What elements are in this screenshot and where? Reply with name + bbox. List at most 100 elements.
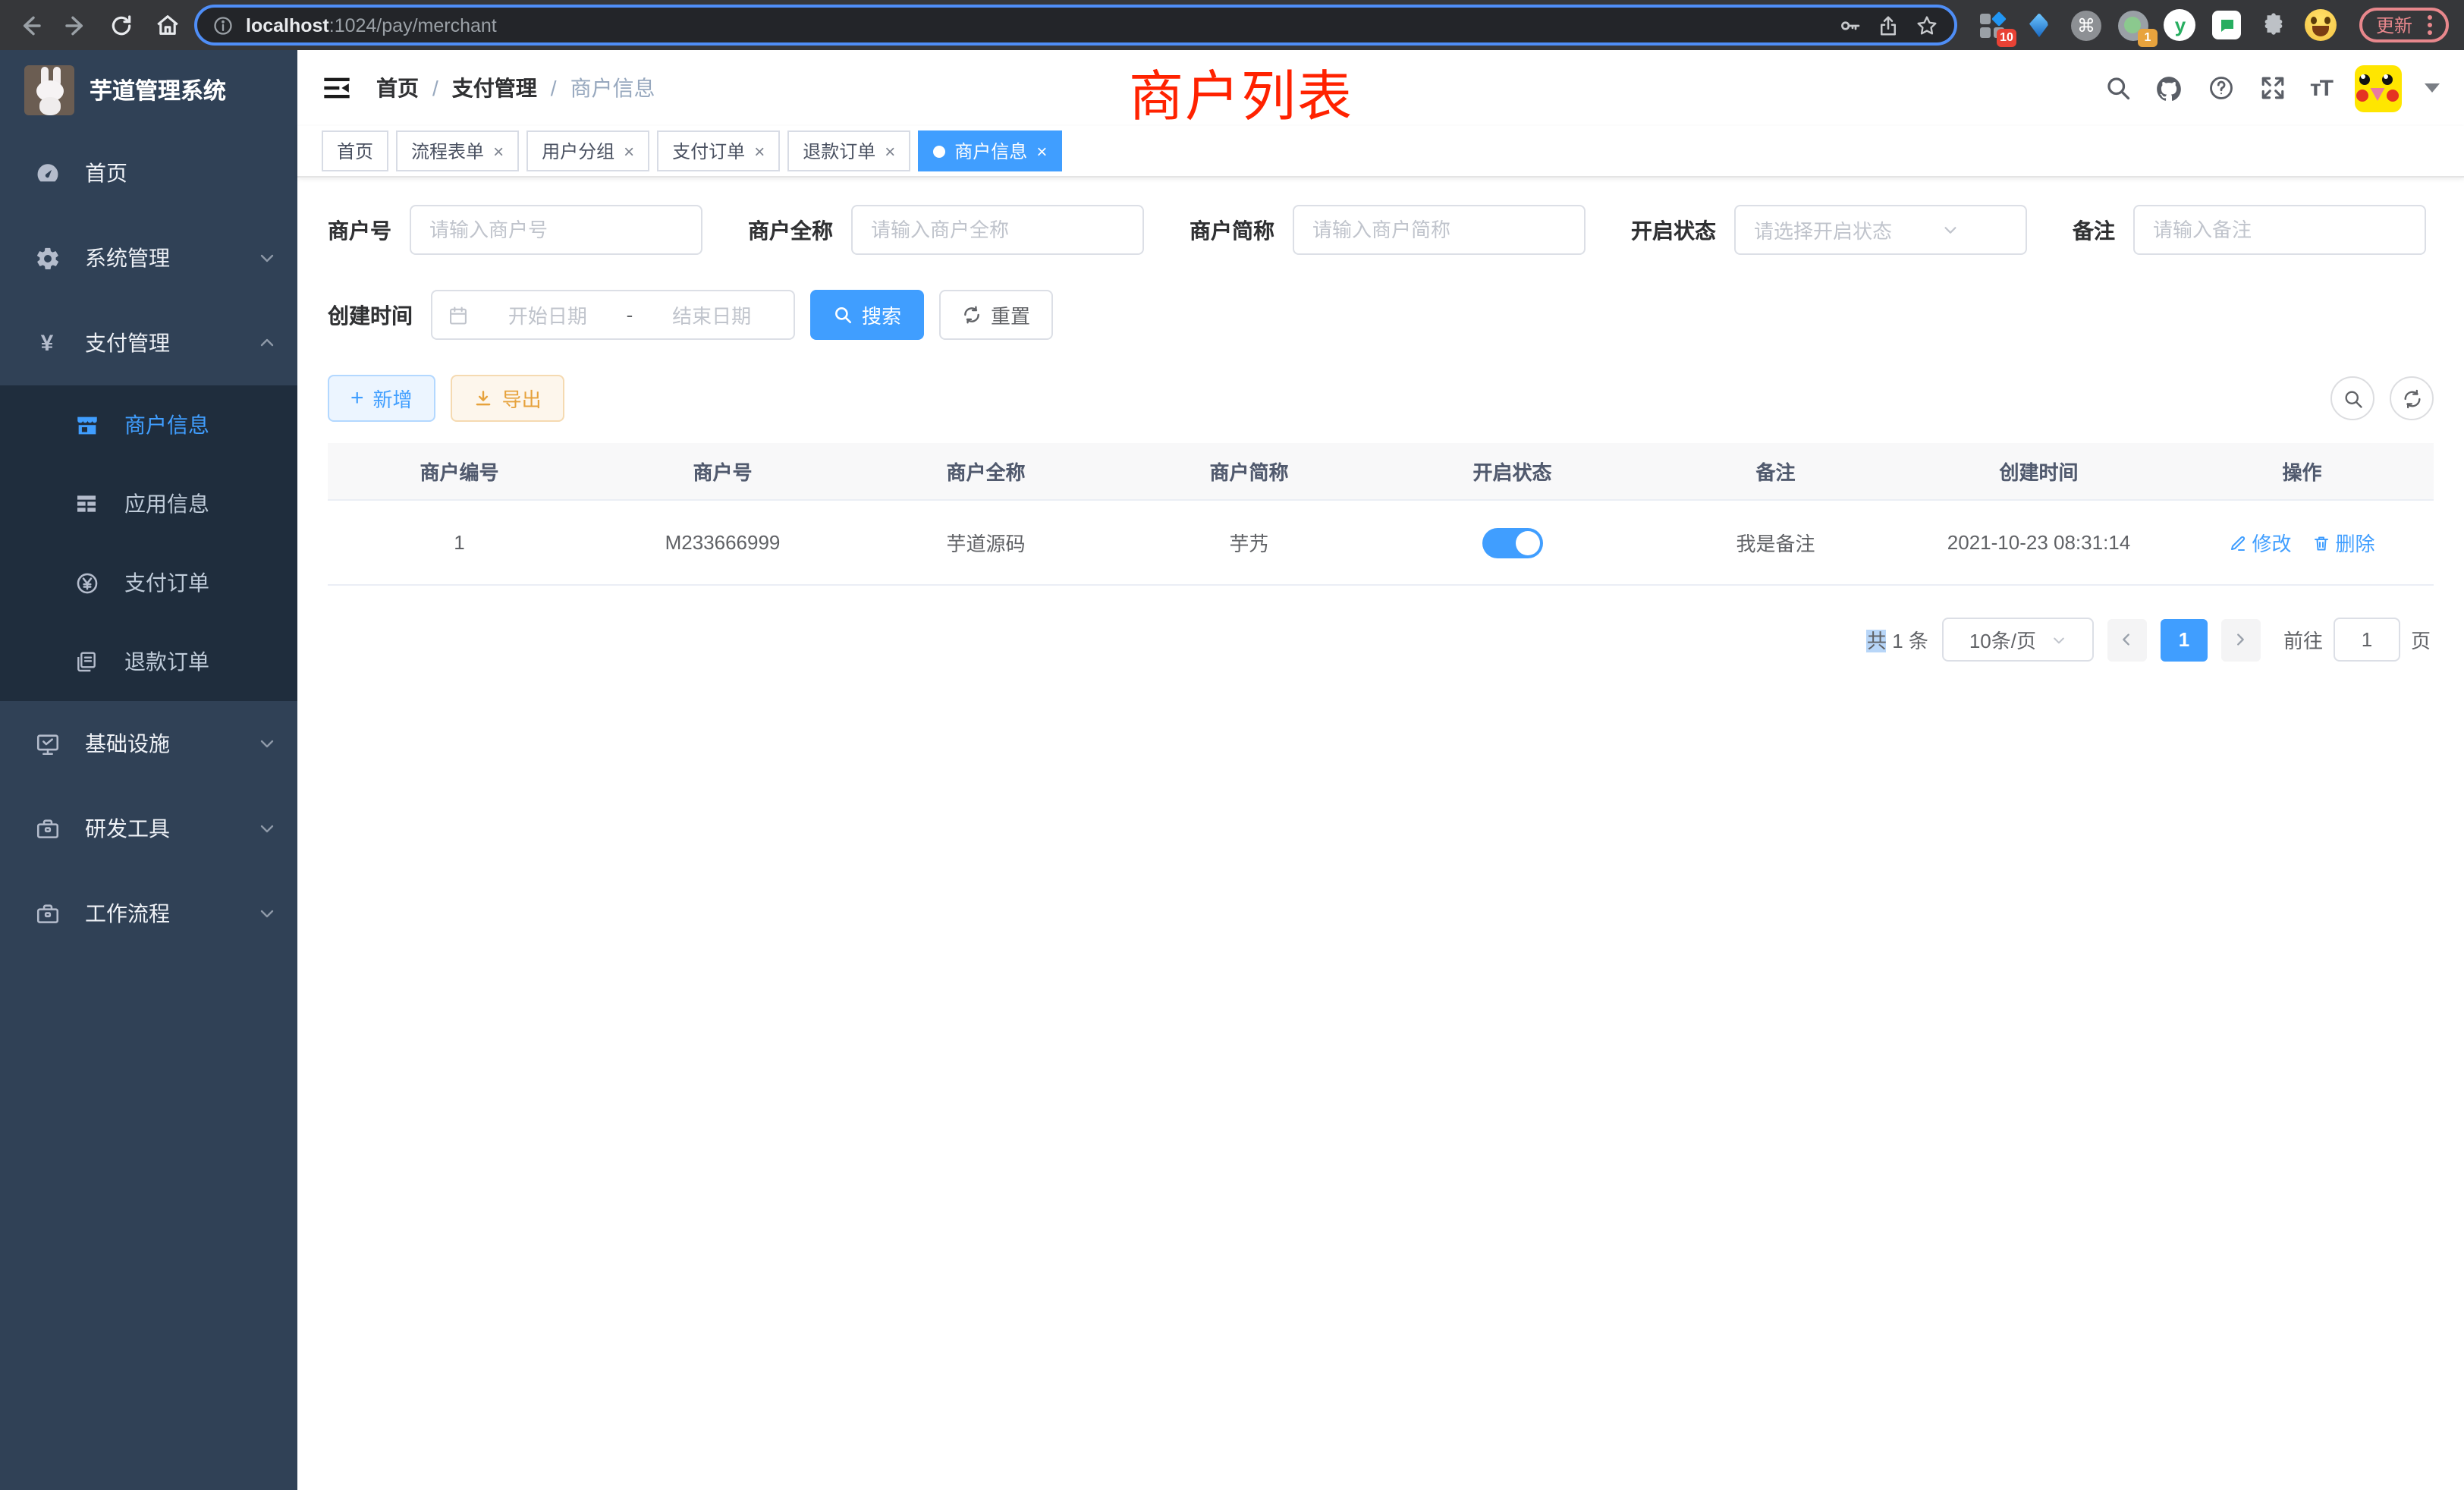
sidebar-item-refund-order[interactable]: 退款订单: [0, 622, 297, 701]
column-header: 商户编号: [328, 443, 591, 499]
browser-menu-icon[interactable]: [2428, 15, 2432, 35]
delete-link[interactable]: 删除: [2313, 528, 2375, 557]
sidebar-item-home[interactable]: 首页: [0, 130, 297, 215]
sidebar-item-dev-tools[interactable]: 研发工具: [0, 786, 297, 871]
search-icon[interactable]: [2104, 74, 2132, 102]
extension-tray: 10 ⌘ 1 y: [1975, 8, 2338, 42]
plus-icon: +: [350, 387, 364, 410]
close-icon[interactable]: ×: [493, 140, 504, 162]
search-button[interactable]: 搜索: [810, 290, 924, 340]
tab-user-group[interactable]: 用户分组 ×: [526, 130, 649, 171]
create-time-label: 创建时间: [328, 300, 413, 330]
add-button[interactable]: + 新增: [328, 375, 435, 422]
chrome-update-button[interactable]: 更新: [2359, 8, 2449, 42]
profile-emoji-icon[interactable]: [2305, 8, 2338, 42]
tab-process-form[interactable]: 流程表单 ×: [396, 130, 519, 171]
document-icon: [73, 648, 100, 675]
page-number-1[interactable]: 1: [2161, 618, 2208, 661]
breadcrumb-separator: /: [432, 76, 438, 100]
extension-grid-icon[interactable]: 10: [1975, 8, 2009, 42]
yen-circle-icon: [73, 569, 100, 596]
app-title: 芋道管理系统: [90, 74, 226, 106]
column-header: 创建时间: [1907, 443, 2170, 499]
next-page-button[interactable]: [2221, 618, 2261, 661]
extension-chat-icon[interactable]: [2211, 8, 2244, 42]
merchant-name-input[interactable]: [851, 205, 1144, 255]
help-icon[interactable]: [2207, 74, 2236, 102]
status-select[interactable]: 请选择开启状态: [1734, 205, 2027, 255]
breadcrumb-separator: /: [551, 76, 557, 100]
remark-label: 备注: [2073, 215, 2115, 245]
status-toggle[interactable]: [1482, 527, 1543, 558]
reset-button[interactable]: 重置: [939, 290, 1053, 340]
sidebar-item-merchant-info[interactable]: 商户信息: [0, 385, 297, 464]
sidebar-menu: 首页 系统管理 ¥ 支付管理: [0, 130, 297, 1490]
font-size-icon[interactable]: тT: [2310, 75, 2332, 101]
avatar-caret-icon[interactable]: [2425, 83, 2440, 93]
date-separator: -: [627, 303, 633, 326]
close-icon[interactable]: ×: [754, 140, 765, 162]
edit-link[interactable]: 修改: [2229, 528, 2291, 557]
password-key-icon[interactable]: [1837, 13, 1862, 37]
merchant-short-input[interactable]: [1293, 205, 1586, 255]
cell-merchant-id: 1: [328, 501, 591, 584]
logo-image: [24, 65, 74, 115]
sidebar-item-app-info[interactable]: 应用信息: [0, 464, 297, 543]
sidebar-item-pay-order[interactable]: 支付订单: [0, 543, 297, 622]
merchant-no-input[interactable]: [410, 205, 702, 255]
tab-pay-order[interactable]: 支付订单 ×: [657, 130, 780, 171]
chevron-down-icon: [258, 904, 276, 923]
extension-recorder-icon[interactable]: 1: [2117, 8, 2150, 42]
close-icon[interactable]: ×: [885, 140, 895, 162]
goto-page-input[interactable]: [2334, 618, 2400, 662]
sidebar-item-payment[interactable]: ¥ 支付管理: [0, 300, 297, 385]
url-text[interactable]: localhost:1024/pay/merchant: [246, 14, 1825, 36]
merchant-no-label: 商户号: [328, 215, 391, 245]
address-bar[interactable]: localhost:1024/pay/merchant: [194, 5, 1957, 46]
red-annotation-text: 商户列表: [1129, 53, 1353, 132]
remark-input[interactable]: [2133, 205, 2426, 255]
page-header: 首页 / 支付管理 / 商户信息: [297, 50, 2464, 126]
browser-reload-icon[interactable]: [103, 7, 140, 43]
breadcrumb-payment[interactable]: 支付管理: [452, 73, 537, 103]
tab-refund-order[interactable]: 退款订单 ×: [787, 130, 910, 171]
extension-kite-icon[interactable]: [2022, 8, 2056, 42]
extension-command-icon[interactable]: ⌘: [2070, 8, 2103, 42]
start-date-placeholder: 开始日期: [481, 300, 614, 329]
fullscreen-icon[interactable]: [2258, 74, 2287, 102]
cell-short-name: 芋艿: [1117, 501, 1381, 584]
share-icon[interactable]: [1877, 13, 1900, 37]
show-search-button[interactable]: [2330, 376, 2374, 420]
extension-y-icon[interactable]: y: [2164, 8, 2197, 42]
prev-page-button[interactable]: [2107, 618, 2147, 661]
chevron-down-icon: [258, 249, 276, 267]
hamburger-collapse-icon[interactable]: [322, 73, 352, 103]
column-header: 备注: [1644, 443, 1907, 499]
create-time-range-picker[interactable]: 开始日期 - 结束日期: [431, 290, 795, 340]
app-logo-row[interactable]: 芋道管理系统: [0, 50, 297, 130]
cell-create-time: 2021-10-23 08:31:14: [1907, 501, 2170, 584]
close-icon[interactable]: ×: [624, 140, 634, 162]
close-icon[interactable]: ×: [1036, 140, 1047, 162]
browser-home-icon[interactable]: [149, 7, 185, 43]
site-info-icon[interactable]: [212, 14, 234, 36]
sidebar-item-system[interactable]: 系统管理: [0, 215, 297, 300]
extensions-puzzle-icon[interactable]: [2258, 8, 2291, 42]
sidebar-item-infrastructure[interactable]: 基础设施: [0, 701, 297, 786]
extension-badge: 10: [1997, 28, 2016, 46]
tab-home[interactable]: 首页: [322, 130, 388, 171]
github-icon[interactable]: [2155, 74, 2184, 102]
browser-forward-icon[interactable]: [58, 7, 94, 43]
sidebar-item-workflow[interactable]: 工作流程: [0, 871, 297, 956]
bookmark-star-icon[interactable]: [1915, 13, 1939, 37]
breadcrumb-home[interactable]: 首页: [376, 73, 419, 103]
grid-icon: [73, 490, 100, 517]
export-button[interactable]: 导出: [451, 375, 564, 422]
refresh-button[interactable]: [2390, 376, 2434, 420]
browser-back-icon[interactable]: [12, 7, 49, 43]
chevron-down-icon: [1941, 222, 2007, 238]
user-avatar[interactable]: [2355, 64, 2402, 112]
page-size-select[interactable]: 10条/页: [1942, 618, 2094, 662]
chevron-down-icon: [258, 819, 276, 838]
tab-merchant-info[interactable]: 商户信息 ×: [918, 130, 1062, 171]
